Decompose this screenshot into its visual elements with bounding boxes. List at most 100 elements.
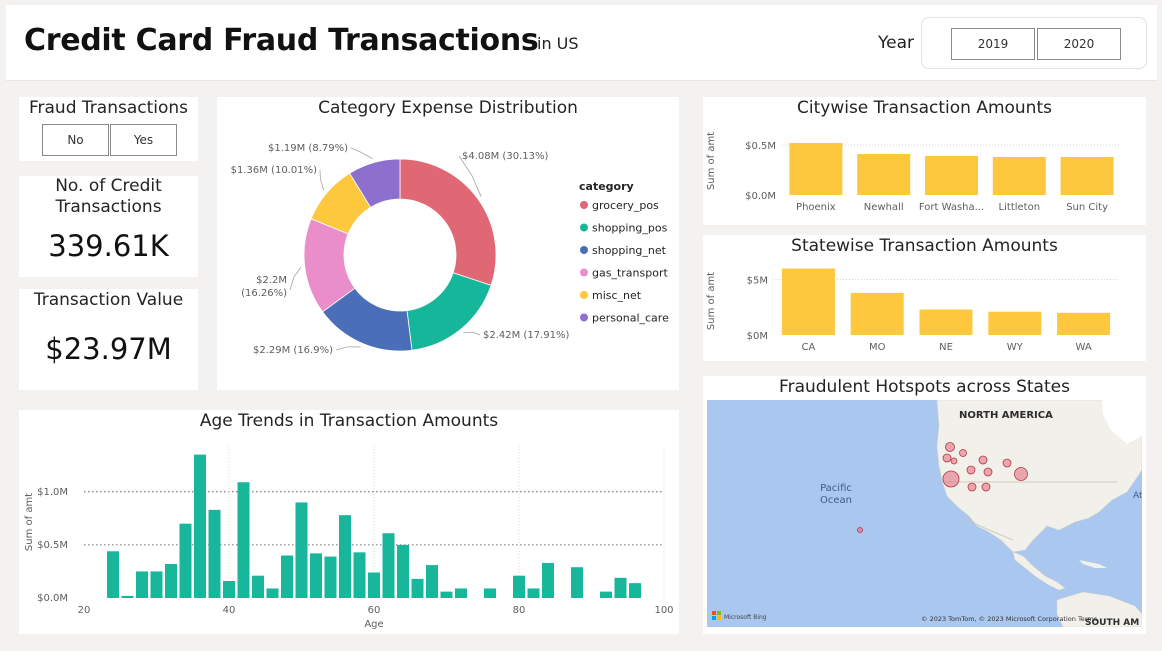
age-bar-chart: $0.0M $0.5M $1.0M 20 40 60 80 100 Age Sum of amt: [24, 446, 674, 630]
hotspot-map[interactable]: NORTH AMERICA Pacific Ocean At SOUTH AM …: [707, 400, 1142, 627]
city-svg-bar-Phoenix[interactable]: [789, 143, 843, 195]
age-x-tick: 100: [654, 605, 673, 616]
legend-swatch: [580, 201, 588, 209]
ocean-label-1: Pacific: [820, 483, 852, 494]
age-bar[interactable]: [484, 588, 496, 598]
year-2019-button[interactable]: 2019: [951, 28, 1035, 60]
age-bar[interactable]: [397, 544, 409, 598]
state-svg-bar-WA[interactable]: [1057, 312, 1111, 335]
age-bar[interactable]: [281, 555, 293, 598]
age-bar[interactable]: [339, 515, 351, 598]
age-trends-card: Age Trends in Transaction Amounts $0.0M $…: [19, 410, 679, 634]
age-bar[interactable]: [614, 577, 627, 598]
age-bar[interactable]: [136, 571, 148, 598]
hotspot-bubble: [942, 470, 960, 488]
donut-slice-grocery_pos[interactable]: [399, 158, 497, 286]
hotspot-bubble: [942, 453, 952, 463]
legend-swatch: [580, 291, 588, 299]
age-bar[interactable]: [194, 454, 206, 598]
age-y-label: Sum of amt: [24, 493, 35, 551]
age-bar[interactable]: [455, 588, 467, 598]
age-bar[interactable]: [368, 572, 380, 598]
age-bar[interactable]: [121, 595, 134, 598]
legend-swatch: [580, 313, 588, 322]
age-bar[interactable]: [179, 523, 192, 598]
state-svg-bar-WY[interactable]: [988, 311, 1042, 335]
donut-leader-line: [463, 331, 481, 336]
age-bar[interactable]: [542, 562, 554, 598]
age-bar[interactable]: [310, 553, 322, 598]
state-svg-bar-NE[interactable]: [919, 309, 973, 335]
fraud-slicer: Fraud Transactions No Yes: [19, 97, 198, 161]
age-bar[interactable]: [527, 588, 540, 598]
age-bar[interactable]: [324, 556, 337, 598]
donut-data-label: $2.2M: [256, 275, 287, 286]
kpi-count-value: 339.61K: [48, 229, 169, 263]
state-svg-bar-MO[interactable]: [850, 292, 904, 335]
fraud-no-button[interactable]: No: [42, 124, 109, 156]
city-svg-bar-Sun City[interactable]: [1060, 157, 1114, 195]
city-svg-y-label: Sum of amt: [706, 132, 717, 190]
hotspot-bubble: [983, 467, 993, 477]
city-svg-y-tick: $0.5M: [745, 141, 776, 152]
age-bar[interactable]: [440, 591, 453, 598]
legend-item-personal_care[interactable]: personal_care: [592, 312, 669, 325]
legend-swatch: [580, 223, 588, 232]
city-svg-bar-Littleton[interactable]: [992, 157, 1046, 195]
age-bar[interactable]: [165, 564, 177, 598]
legend-item-misc_net[interactable]: misc_net: [592, 289, 642, 302]
state-svg-y-label: Sum of amt: [706, 272, 717, 330]
donut-leader-line: [319, 169, 325, 191]
age-bar[interactable]: [382, 533, 395, 598]
age-bar[interactable]: [252, 575, 264, 598]
hotspot-bubble: [950, 457, 958, 465]
fraud-yes-button[interactable]: Yes: [110, 124, 177, 156]
legend-item-grocery_pos[interactable]: grocery_pos: [592, 199, 659, 212]
map-attribution[interactable]: © 2023 TomTom, © 2023 Microsoft Corporat…: [921, 615, 1098, 623]
state-svg-bar-CA[interactable]: [781, 268, 835, 335]
age-bar[interactable]: [600, 591, 612, 598]
donut-data-label: $4.08M (30.13%): [462, 151, 548, 162]
age-bar[interactable]: [150, 571, 163, 598]
legend-item-shopping_pos[interactable]: shopping_pos: [592, 222, 668, 235]
map-title: Fraudulent Hotspots across States: [779, 377, 1070, 397]
age-bar[interactable]: [266, 588, 279, 598]
age-x-tick: 80: [513, 605, 526, 616]
age-y-tick: $1.0M: [37, 487, 68, 498]
donut-data-label: $2.29M (16.9%): [253, 345, 333, 356]
age-bar[interactable]: [353, 552, 366, 598]
city-svg-bar-Newhall[interactable]: [857, 154, 911, 195]
city-card: Citywise Transaction Amounts $0.0M $0.5M S…: [703, 97, 1146, 225]
year-2020-button[interactable]: 2020: [1037, 28, 1121, 60]
age-y-tick: $0.5M: [37, 540, 68, 551]
city-svg-bar-Fort Washa...[interactable]: [925, 156, 978, 195]
kpi-value-title: Transaction Value: [33, 290, 184, 310]
city-svg-x-tick: Fort Washa...: [919, 202, 984, 213]
age-bar[interactable]: [629, 583, 641, 598]
age-bar[interactable]: [208, 509, 221, 598]
age-bar[interactable]: [411, 578, 424, 598]
age-x-tick: 40: [223, 605, 236, 616]
city-svg-x-tick: Phoenix: [796, 202, 836, 213]
legend-swatch: [580, 268, 588, 277]
age-bar[interactable]: [223, 581, 235, 598]
hotspot-bubble: [1014, 467, 1028, 481]
caribbean-islands: [1079, 560, 1107, 568]
age-bar[interactable]: [107, 551, 119, 598]
age-bar[interactable]: [295, 502, 308, 598]
age-bar[interactable]: [513, 575, 525, 598]
legend-item-gas_transport[interactable]: gas_transport: [592, 267, 668, 280]
donut-slice-shopping_pos[interactable]: [406, 272, 492, 351]
age-x-tick: 20: [78, 605, 91, 616]
age-bar[interactable]: [571, 567, 583, 598]
category-donut-chart: $4.08M (30.13%) $2.42M (17.91%) $2.29M (16…: [231, 143, 669, 356]
report-header: Credit Card Fraud Transactions in US Yea…: [6, 5, 1157, 81]
city-bar-chart: $0.0M $0.5M Sum of amt Phoenix Newhall Fort W…: [706, 132, 1121, 213]
legend-item-shopping_net[interactable]: shopping_net: [592, 244, 667, 257]
map-canvas: NORTH AMERICA Pacific Ocean At SOUTH AM …: [712, 400, 1142, 627]
age-bar[interactable]: [426, 565, 438, 598]
age-bar[interactable]: [237, 482, 250, 598]
hotspot-bubble: [1002, 458, 1012, 468]
kpi-transaction-count: No. of Credit Transactions 339.61K: [19, 176, 198, 277]
map-edge-label: At: [1133, 491, 1142, 501]
